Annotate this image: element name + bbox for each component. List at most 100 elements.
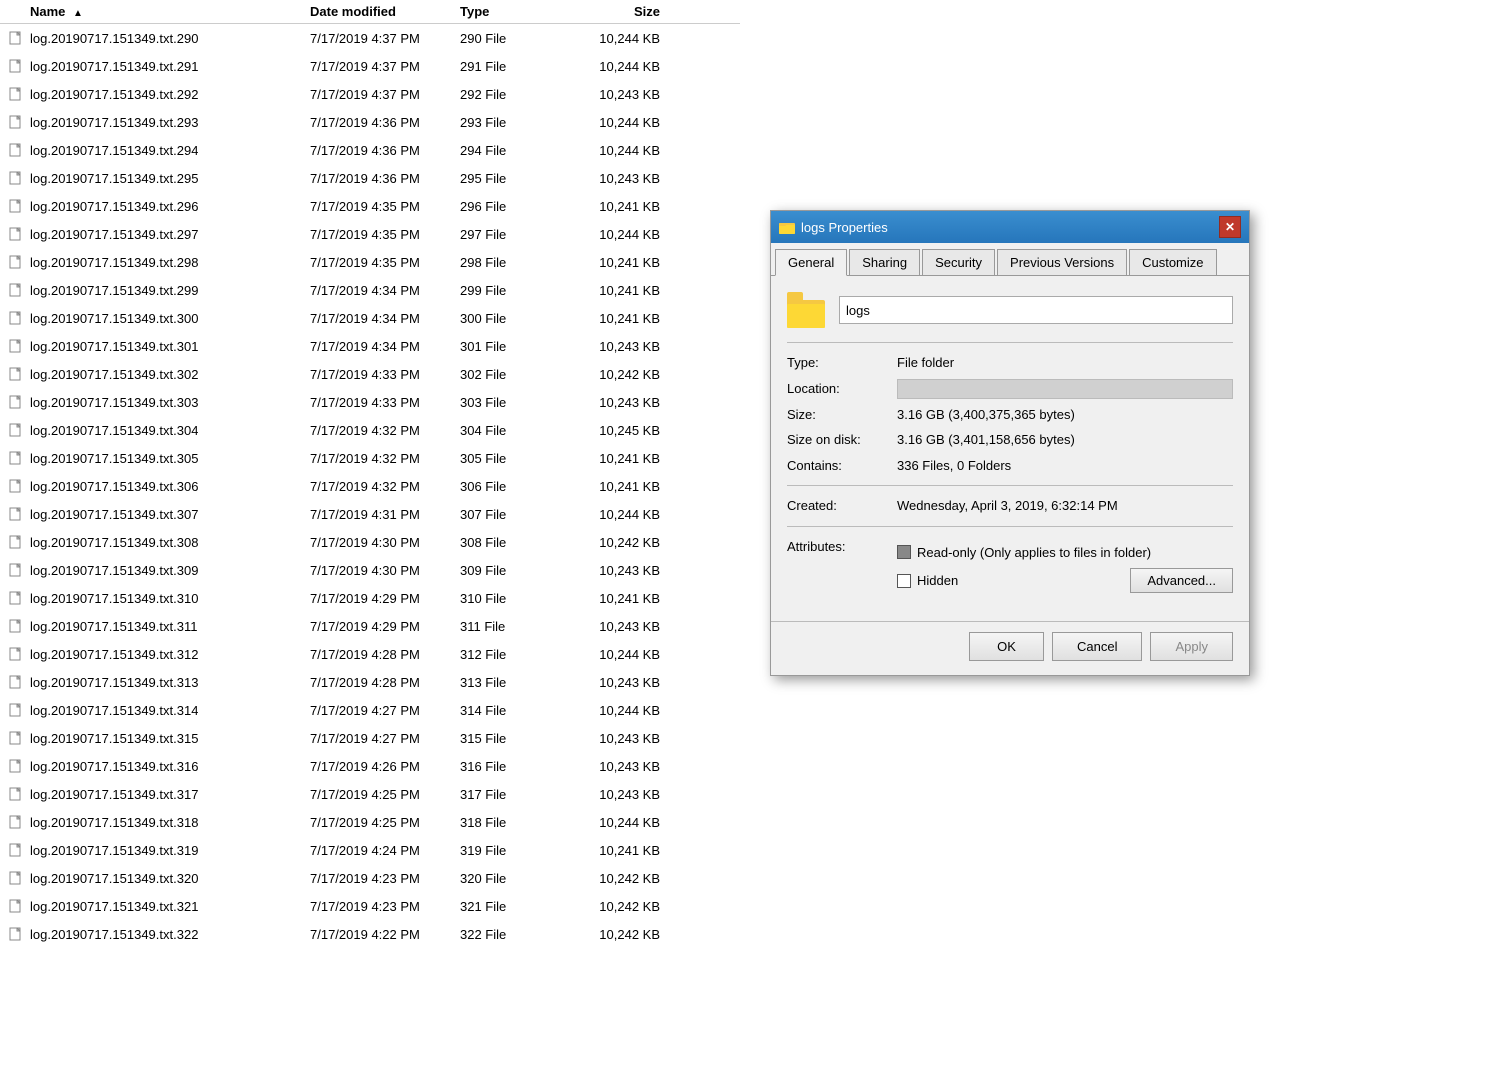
table-row[interactable]: log.20190717.151349.txt.290 7/17/2019 4:… [0,24,740,52]
column-header-type[interactable]: Type [460,4,570,19]
table-row[interactable]: log.20190717.151349.txt.293 7/17/2019 4:… [0,108,740,136]
cancel-button[interactable]: Cancel [1052,632,1142,661]
file-name-cell: log.20190717.151349.txt.308 [0,534,310,550]
file-name-cell: log.20190717.151349.txt.316 [0,758,310,774]
file-icon [8,170,24,186]
dialog-body: Type: File folder Location: Size: 3.16 G… [771,276,1249,621]
file-icon [8,618,24,634]
table-row[interactable]: log.20190717.151349.txt.299 7/17/2019 4:… [0,276,740,304]
file-name-text: log.20190717.151349.txt.296 [30,199,198,214]
file-name-text: log.20190717.151349.txt.295 [30,171,198,186]
prop-type-label: Type: [787,353,897,373]
ok-button[interactable]: OK [969,632,1044,661]
table-row[interactable]: log.20190717.151349.txt.298 7/17/2019 4:… [0,248,740,276]
file-size: 10,241 KB [570,591,670,606]
file-icon [8,394,24,410]
file-name-cell: log.20190717.151349.txt.298 [0,254,310,270]
table-row[interactable]: log.20190717.151349.txt.312 7/17/2019 4:… [0,640,740,668]
table-row[interactable]: log.20190717.151349.txt.319 7/17/2019 4:… [0,836,740,864]
file-size: 10,241 KB [570,479,670,494]
tab-sharing[interactable]: Sharing [849,249,920,275]
table-row[interactable]: log.20190717.151349.txt.317 7/17/2019 4:… [0,780,740,808]
file-date: 7/17/2019 4:35 PM [310,199,460,214]
table-row[interactable]: log.20190717.151349.txt.318 7/17/2019 4:… [0,808,740,836]
file-date: 7/17/2019 4:24 PM [310,843,460,858]
file-name-text: log.20190717.151349.txt.309 [30,563,198,578]
prop-contains-value: 336 Files, 0 Folders [897,456,1233,476]
file-type: 301 File [460,339,570,354]
file-name-cell: log.20190717.151349.txt.314 [0,702,310,718]
table-row[interactable]: log.20190717.151349.txt.314 7/17/2019 4:… [0,696,740,724]
file-date: 7/17/2019 4:33 PM [310,367,460,382]
file-size: 10,244 KB [570,703,670,718]
table-row[interactable]: log.20190717.151349.txt.305 7/17/2019 4:… [0,444,740,472]
table-row[interactable]: log.20190717.151349.txt.311 7/17/2019 4:… [0,612,740,640]
table-row[interactable]: log.20190717.151349.txt.320 7/17/2019 4:… [0,864,740,892]
prop-created-value: Wednesday, April 3, 2019, 6:32:14 PM [897,496,1233,516]
file-name-cell: log.20190717.151349.txt.291 [0,58,310,74]
file-name-cell: log.20190717.151349.txt.295 [0,170,310,186]
column-header-date[interactable]: Date modified [310,4,460,19]
file-icon [8,478,24,494]
file-icon [8,310,24,326]
table-row[interactable]: log.20190717.151349.txt.321 7/17/2019 4:… [0,892,740,920]
separator-2 [787,485,1233,486]
table-row[interactable]: log.20190717.151349.txt.306 7/17/2019 4:… [0,472,740,500]
file-name-cell: log.20190717.151349.txt.304 [0,422,310,438]
table-row[interactable]: log.20190717.151349.txt.316 7/17/2019 4:… [0,752,740,780]
table-row[interactable]: log.20190717.151349.txt.291 7/17/2019 4:… [0,52,740,80]
file-type: 318 File [460,815,570,830]
dialog-titlebar: logs Properties ✕ [771,211,1249,243]
prop-created-row: Created: Wednesday, April 3, 2019, 6:32:… [787,496,1233,516]
table-row[interactable]: log.20190717.151349.txt.304 7/17/2019 4:… [0,416,740,444]
file-size: 10,243 KB [570,675,670,690]
readonly-checkbox[interactable] [897,545,911,559]
advanced-button[interactable]: Advanced... [1130,568,1233,593]
table-row[interactable]: log.20190717.151349.txt.313 7/17/2019 4:… [0,668,740,696]
table-row[interactable]: log.20190717.151349.txt.301 7/17/2019 4:… [0,332,740,360]
file-type: 313 File [460,675,570,690]
apply-button[interactable]: Apply [1150,632,1233,661]
table-row[interactable]: log.20190717.151349.txt.297 7/17/2019 4:… [0,220,740,248]
file-date: 7/17/2019 4:25 PM [310,815,460,830]
file-size: 10,241 KB [570,283,670,298]
tab-general[interactable]: General [775,249,847,276]
file-type: 320 File [460,871,570,886]
table-row[interactable]: log.20190717.151349.txt.307 7/17/2019 4:… [0,500,740,528]
file-type: 307 File [460,507,570,522]
file-name-text: log.20190717.151349.txt.302 [30,367,198,382]
file-type: 311 File [460,619,570,634]
table-row[interactable]: log.20190717.151349.txt.309 7/17/2019 4:… [0,556,740,584]
table-row[interactable]: log.20190717.151349.txt.294 7/17/2019 4:… [0,136,740,164]
table-row[interactable]: log.20190717.151349.txt.310 7/17/2019 4:… [0,584,740,612]
file-type: 299 File [460,283,570,298]
table-row[interactable]: log.20190717.151349.txt.295 7/17/2019 4:… [0,164,740,192]
file-name-text: log.20190717.151349.txt.298 [30,255,198,270]
file-icon [8,758,24,774]
table-row[interactable]: log.20190717.151349.txt.315 7/17/2019 4:… [0,724,740,752]
column-header-name[interactable]: Name ▲ [0,4,310,19]
file-date: 7/17/2019 4:27 PM [310,731,460,746]
table-row[interactable]: log.20190717.151349.txt.300 7/17/2019 4:… [0,304,740,332]
table-row[interactable]: log.20190717.151349.txt.302 7/17/2019 4:… [0,360,740,388]
table-row[interactable]: log.20190717.151349.txt.322 7/17/2019 4:… [0,920,740,948]
dialog-close-button[interactable]: ✕ [1219,216,1241,238]
file-type: 321 File [460,899,570,914]
file-type: 315 File [460,731,570,746]
tab-customize[interactable]: Customize [1129,249,1216,275]
tab-previous-versions[interactable]: Previous Versions [997,249,1127,275]
tab-security[interactable]: Security [922,249,995,275]
table-row[interactable]: log.20190717.151349.txt.303 7/17/2019 4:… [0,388,740,416]
file-icon [8,422,24,438]
table-row[interactable]: log.20190717.151349.txt.292 7/17/2019 4:… [0,80,740,108]
folder-name-input[interactable] [839,296,1233,324]
table-row[interactable]: log.20190717.151349.txt.308 7/17/2019 4:… [0,528,740,556]
file-name-cell: log.20190717.151349.txt.293 [0,114,310,130]
file-type: 291 File [460,59,570,74]
column-header-size[interactable]: Size [570,4,670,19]
file-icon [8,338,24,354]
hidden-checkbox[interactable] [897,574,911,588]
file-icon [8,86,24,102]
file-date: 7/17/2019 4:32 PM [310,451,460,466]
table-row[interactable]: log.20190717.151349.txt.296 7/17/2019 4:… [0,192,740,220]
